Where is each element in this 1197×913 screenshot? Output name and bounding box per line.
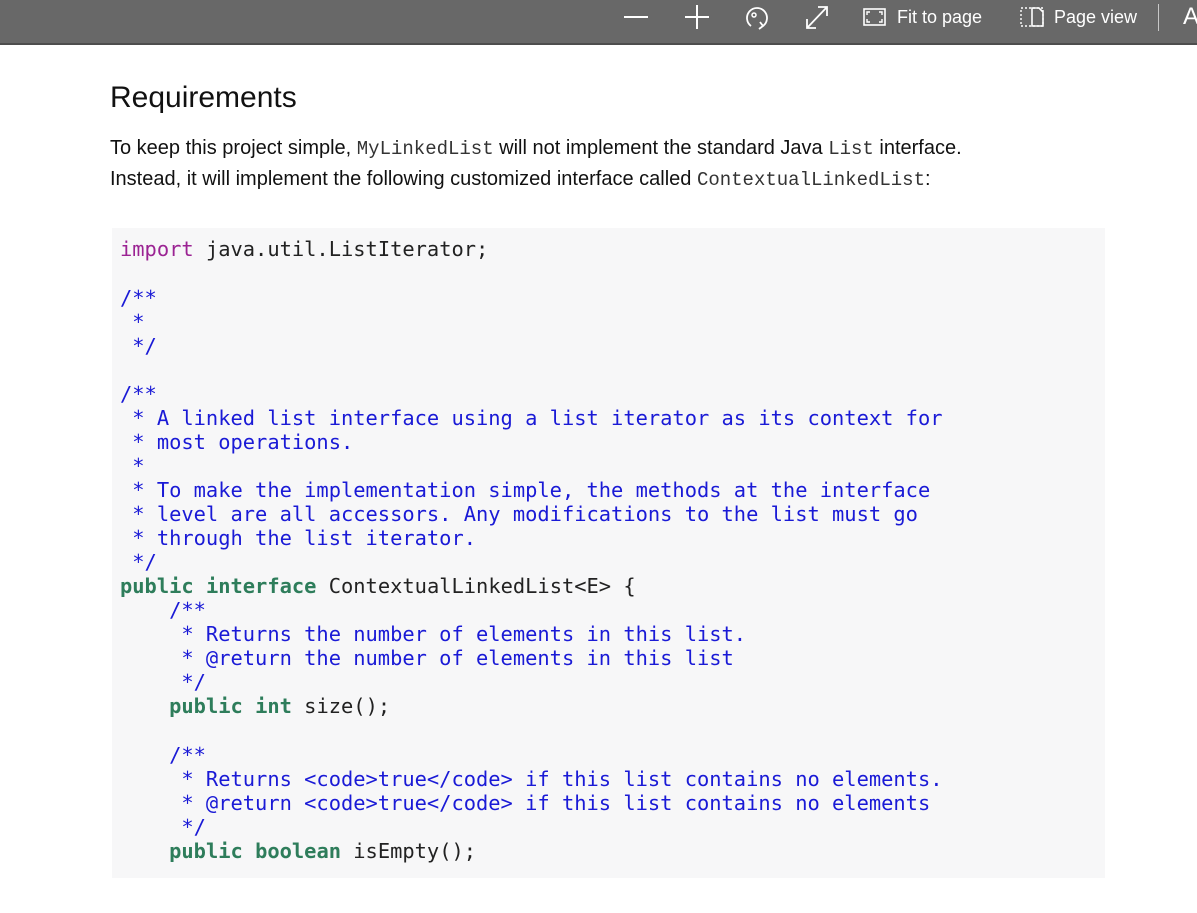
para-text: will not implement the standard Java [493,137,829,159]
code-text: ContextualLinkedList<E> { [316,574,636,598]
plus-icon [685,5,709,29]
fit-to-page-label: Fit to page [897,6,983,27]
code-comment-line: * level are all accessors. Any modificat… [120,502,918,526]
viewer-toolbar: Fit to page Page view A [0,0,1197,45]
code-comment-line: * Returns the number of elements in this… [120,622,747,646]
code-keyword: public [169,839,243,863]
minus-icon [624,16,648,18]
code-comment-line: * [120,310,145,334]
code-comment-line: /** [120,286,157,310]
intro-paragraph: To keep this project simple, MyLinkedLis… [110,133,1110,195]
read-aloud-label: A [1183,3,1197,30]
code-comment-line: * through the list iterator. [120,526,477,550]
code-line: import java.util.ListIterator; [120,237,488,261]
code-line: public boolean isEmpty(); [120,839,476,863]
fit-to-page-icon [863,8,886,26]
code-comment-line: * Returns <code>true</code> if this list… [120,767,943,791]
fit-to-page-button[interactable]: Fit to page [862,0,982,34]
code-block: import java.util.ListIterator; /** * */ … [112,228,1105,878]
para-text: To keep this project simple, [110,137,357,159]
code-text: size(); [291,694,391,718]
inline-code: ContextualLinkedList [696,169,925,191]
page-view-icon [1020,7,1044,27]
code-text: isEmpty(); [341,839,477,863]
code-keyword: import [120,237,194,261]
code-comment-line: */ [120,670,206,694]
code-comment-line: */ [120,550,157,574]
code-comment-line: * [120,454,145,478]
code-comment-line: */ [120,334,157,358]
code-line: public int size(); [120,694,390,718]
code-comment-line: * @return <code>true</code> if this list… [120,791,931,815]
code-keyword: public [169,694,243,718]
zoom-out-button[interactable] [622,0,650,34]
code-comment-line: /** [120,743,206,767]
page-view-button[interactable]: Page view [1019,0,1137,34]
code-comment-line: * most operations. [120,430,354,454]
inline-code: MyLinkedList [356,138,494,160]
code-comment-line: * To make the implementation simple, the… [120,478,931,502]
code-keyword: boolean [255,839,341,863]
code-keyword: interface [205,574,317,598]
para-text: Instead, it will implement the following… [110,168,697,190]
para-text: : [925,168,931,190]
section-heading: Requirements [110,81,297,114]
code-line: public interface ContextualLinkedList<E>… [120,574,636,598]
expand-icon [806,6,828,29]
code-comment-line: */ [120,815,206,839]
page-view-label: Page view [1054,6,1138,27]
code-comment-line: /** [120,598,206,622]
zoom-in-button[interactable] [683,0,711,34]
fullscreen-button[interactable] [803,0,831,34]
code-comment-line: * A linked list interface using a list i… [120,406,943,430]
read-aloud-button[interactable]: A [1183,0,1197,34]
code-comment-line: * @return the number of elements in this… [120,646,734,670]
inline-code: List [828,138,874,160]
toolbar-divider [1158,4,1159,31]
rotate-button[interactable] [743,0,771,34]
code-keyword: public [120,574,194,598]
code-keyword: int [255,694,292,718]
code-text: java.util.ListIterator; [193,237,489,261]
code-comment-line: /** [120,382,157,406]
rotate-icon [746,7,768,30]
para-text: interface. [873,137,962,159]
